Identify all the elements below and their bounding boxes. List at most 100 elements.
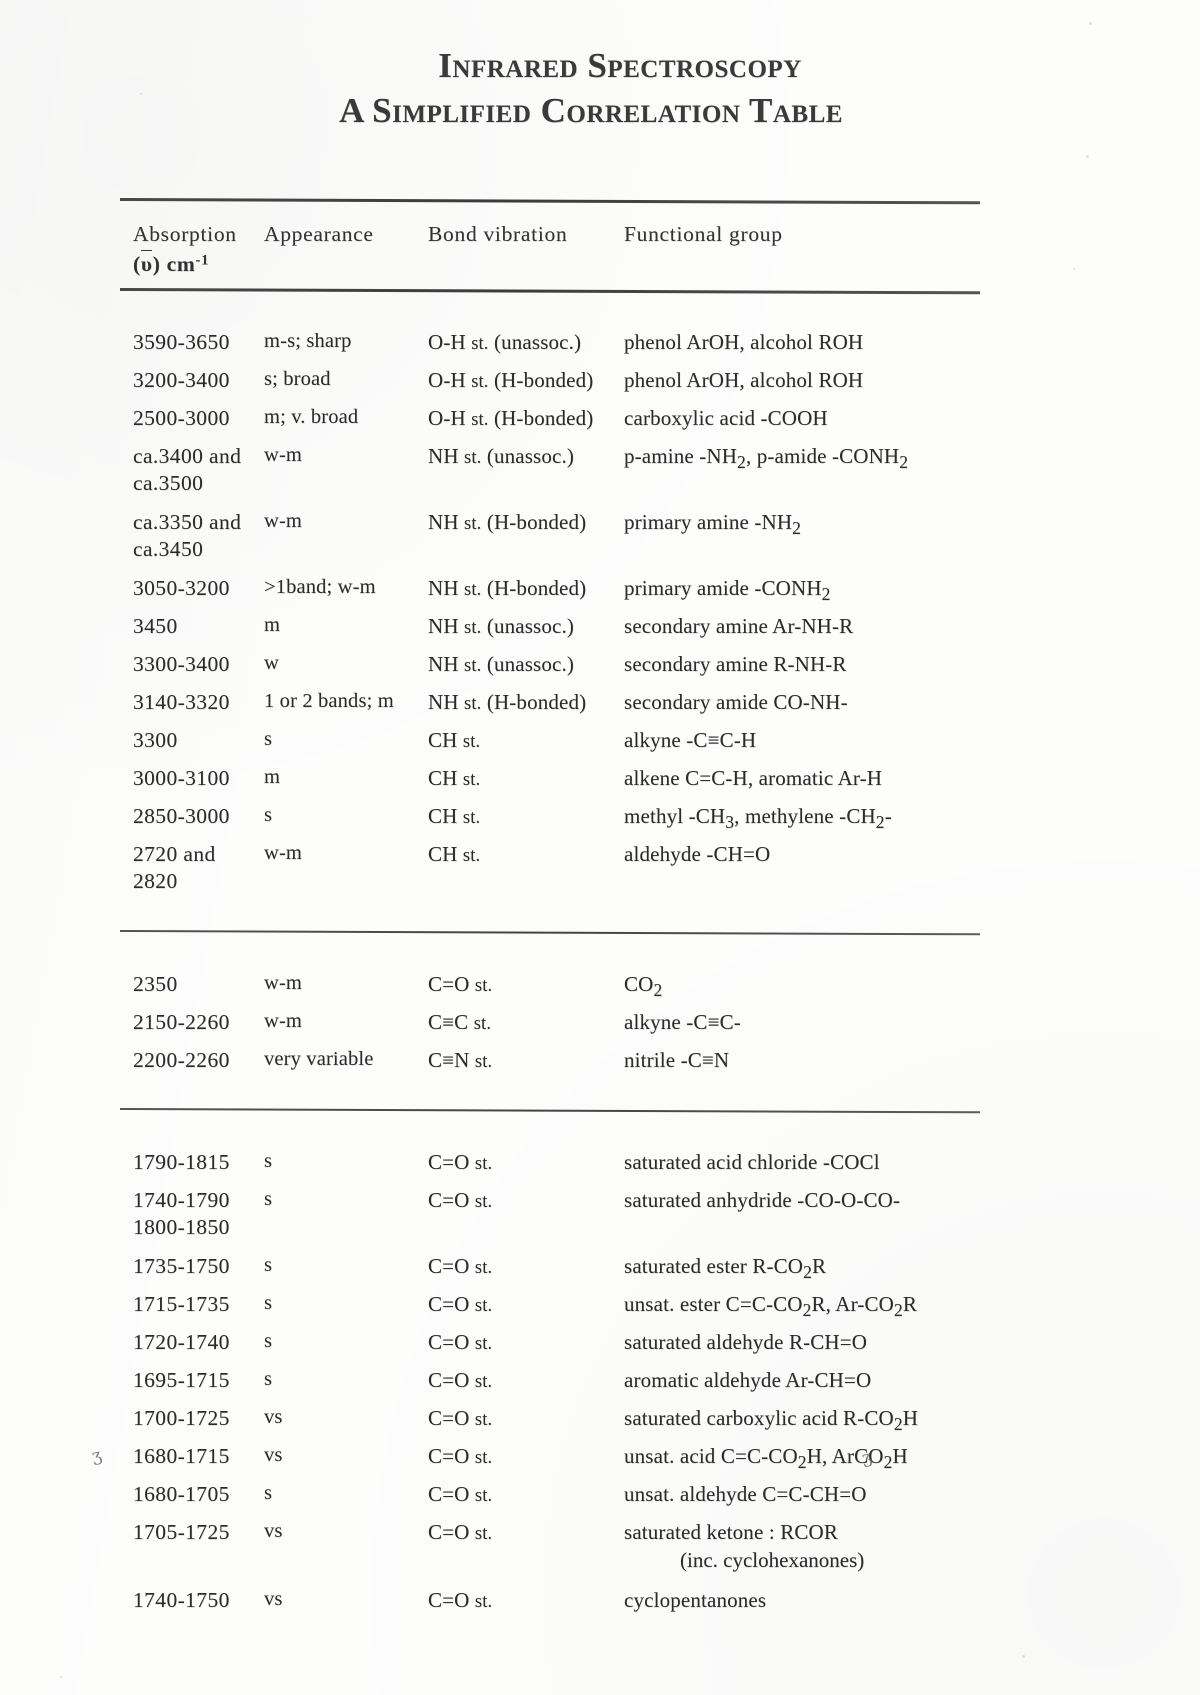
cell-bond-vibration: C=O st.: [428, 1292, 493, 1316]
header-bond-vibration: Bond vibration: [428, 222, 568, 246]
cell-absorption-line2: 2820: [133, 869, 178, 893]
cell-absorption: 2500-3000: [133, 406, 230, 430]
cell-functional-group: carboxylic acid -COOH: [624, 406, 828, 430]
cell-appearance: m: [264, 766, 281, 788]
cell-bond-vibration: CH st.: [428, 804, 481, 828]
cell-absorption: 3450: [133, 614, 178, 638]
cell-functional-group: nitrile -C≡N: [624, 1048, 730, 1072]
cell-bond-vibration: NH st. (unassoc.): [428, 614, 575, 638]
header-appearance: Appearance: [264, 222, 374, 246]
cell-bond-vibration: C=O st.: [428, 1406, 493, 1430]
cell-appearance: m: [264, 614, 281, 636]
cell-absorption: 3590-3650: [133, 330, 230, 354]
cell-functional-group: primary amide -CONH2: [624, 576, 831, 605]
cell-bond-vibration: NH st. (unassoc.): [428, 652, 575, 676]
table-rule: [119, 1108, 980, 1114]
cell-appearance: vs: [264, 1588, 283, 1610]
cell-appearance: s: [264, 1292, 273, 1314]
cell-bond-vibration: C=O st.: [428, 1254, 493, 1278]
page-title: Infrared Spectroscopy A Simplified Corre…: [0, 44, 1200, 134]
cell-functional-group: primary amine -NH2: [624, 510, 802, 539]
cell-appearance: s: [264, 1188, 273, 1210]
cell-appearance: w-m: [264, 444, 303, 466]
cell-bond-vibration: C=O st.: [428, 1188, 493, 1212]
cell-functional-group: saturated ketone : RCOR: [624, 1520, 838, 1544]
cell-appearance: w-m: [264, 1010, 303, 1032]
cell-absorption: 1700-1725: [133, 1406, 230, 1430]
cell-functional-group: p-amine -NH2, p-amide -CONH2: [624, 444, 909, 473]
cell-absorption-line2: ca.3500: [133, 471, 204, 495]
cell-functional-group: saturated acid chloride -COCl: [624, 1150, 880, 1174]
pencil-mark-left: ʒ: [90, 1445, 104, 1467]
cell-absorption: 3050-3200: [133, 576, 230, 600]
cell-bond-vibration: C=O st.: [428, 1520, 493, 1544]
cell-functional-group: methyl -CH3, methylene -CH2-: [624, 804, 892, 833]
cell-bond-vibration: C=O st.: [428, 972, 493, 996]
cell-bond-vibration: CH st.: [428, 766, 481, 790]
title-line-2: A Simplified Correlation Table: [339, 91, 843, 130]
cell-functional-group: phenol ArOH, alcohol ROH: [624, 368, 864, 392]
cell-functional-group: CO2: [624, 972, 663, 1001]
cell-appearance: s; broad: [264, 368, 331, 390]
cell-bond-vibration: C=O st.: [428, 1150, 493, 1174]
cell-functional-group: saturated ester R-CO2R: [624, 1254, 827, 1283]
cell-absorption: 1720-1740: [133, 1330, 230, 1354]
cell-bond-vibration: C≡C st.: [428, 1010, 492, 1034]
table-rule: [119, 930, 980, 936]
cell-bond-vibration: C=O st.: [428, 1368, 493, 1392]
scan-speck: [1073, 268, 1075, 270]
cell-bond-vibration: C=O st.: [428, 1482, 493, 1506]
cell-appearance: w-m: [264, 510, 303, 532]
cell-bond-vibration: C=O st.: [428, 1444, 493, 1468]
cell-functional-group: alkene C=C-H, aromatic Ar-H: [624, 766, 883, 790]
cell-absorption: 1695-1715: [133, 1368, 230, 1392]
cell-bond-vibration: C=O st.: [428, 1588, 493, 1612]
cell-absorption: 3140-3320: [133, 690, 230, 714]
cell-bond-vibration: O-H st. (H-bonded): [428, 368, 594, 392]
cell-appearance: m; v. broad: [264, 406, 359, 428]
cell-appearance: s: [264, 1254, 273, 1276]
cell-absorption: 1715-1735: [133, 1292, 230, 1316]
cell-absorption: ca.3350 and: [133, 510, 242, 534]
cell-absorption: 3300: [133, 728, 178, 752]
scan-speck: [1022, 1655, 1025, 1658]
cell-appearance: 1 or 2 bands; m: [264, 690, 394, 712]
document-page: Infrared Spectroscopy A Simplified Corre…: [0, 0, 1200, 1695]
cell-bond-vibration: NH st. (H-bonded): [428, 690, 587, 714]
scan-speck: [1089, 22, 1092, 25]
cell-absorption-line2: ca.3450: [133, 537, 204, 561]
cell-absorption: 2350: [133, 972, 178, 996]
cell-absorption: 3000-3100: [133, 766, 230, 790]
cell-functional-group-note: (inc. cyclohexanones): [680, 1548, 865, 1572]
cell-appearance: vs: [264, 1444, 283, 1466]
cell-absorption: 1790-1815: [133, 1150, 230, 1174]
title-line-1: Infrared Spectroscopy: [438, 46, 802, 85]
cell-functional-group: alkyne -C≡C-H: [624, 728, 757, 752]
cell-functional-group: phenol ArOH, alcohol ROH: [624, 330, 864, 354]
cell-functional-group: saturated carboxylic acid R-CO2H: [624, 1406, 919, 1435]
scan-speck: [1086, 155, 1089, 158]
cell-absorption: 3300-3400: [133, 652, 230, 676]
cell-appearance: very variable: [264, 1048, 374, 1070]
cell-absorption: 1740-1750: [133, 1588, 230, 1612]
cell-absorption: ca.3400 and: [133, 444, 242, 468]
cell-functional-group: aldehyde -CH=O: [624, 842, 771, 866]
cell-functional-group: secondary amine Ar-NH-R: [624, 614, 854, 638]
cell-appearance: s: [264, 804, 273, 826]
scan-speck: [60, 1676, 62, 1678]
cell-functional-group: secondary amine R-NH-R: [624, 652, 847, 676]
cell-bond-vibration: CH st.: [428, 728, 481, 752]
cell-functional-group: cyclopentanones: [624, 1588, 767, 1612]
cell-bond-vibration: C=O st.: [428, 1330, 493, 1354]
cell-functional-group: saturated aldehyde R-CH=O: [624, 1330, 868, 1354]
cell-functional-group: saturated anhydride -CO-O-CO-: [624, 1188, 901, 1212]
cell-absorption: 2150-2260: [133, 1010, 230, 1034]
cell-absorption: 2720 and: [133, 842, 216, 866]
cell-absorption: 1680-1715: [133, 1444, 230, 1468]
cell-functional-group: secondary amide CO-NH-: [624, 690, 848, 714]
cell-appearance: >1band; w-m: [264, 576, 376, 598]
cell-bond-vibration: NH st. (H-bonded): [428, 510, 587, 534]
cell-functional-group: unsat. ester C=C-CO2R, Ar-CO2R: [624, 1292, 918, 1321]
cell-appearance: w-m: [264, 842, 303, 864]
cell-appearance: vs: [264, 1406, 283, 1428]
